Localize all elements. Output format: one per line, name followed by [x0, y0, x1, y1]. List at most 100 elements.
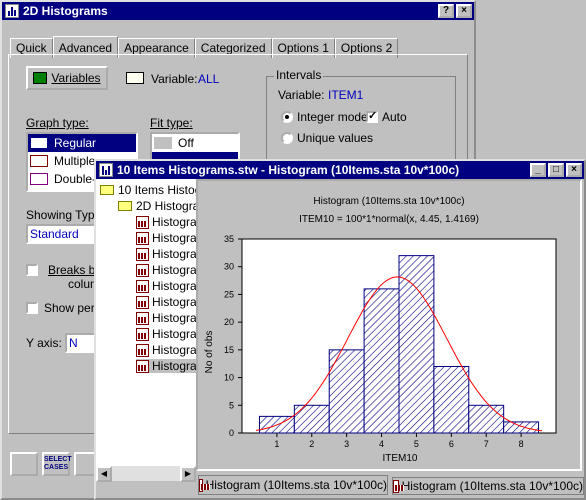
variables-icon — [33, 72, 48, 84]
help-button[interactable]: ? — [438, 4, 454, 18]
close-button[interactable]: × — [456, 4, 472, 18]
y-tick-label: 5 — [229, 400, 234, 410]
folder-icon — [118, 201, 132, 211]
document-tab-label: Histogram (10Items.sta 10v*100c) — [205, 478, 387, 492]
document-tab-2[interactable]: Histogram (10Items.sta 10v*100c) — [392, 477, 584, 495]
folder-open-icon — [100, 185, 114, 195]
histogram-icon — [136, 215, 149, 229]
tree-item[interactable]: Histogran — [136, 359, 204, 373]
workbook-title: 10 Items Histograms.stw - Histogram (10I… — [117, 163, 460, 177]
regular-graph-icon — [30, 137, 48, 149]
histogram-tab-icon — [199, 478, 209, 492]
y-axis-label: Y axis: — [26, 336, 62, 350]
graph-pane: Histogram (10Items.sta 10v*100c) ITEM10 … — [196, 179, 582, 471]
tree-item[interactable]: Histogran — [136, 279, 203, 293]
graph-toolbar-icon[interactable] — [10, 452, 38, 476]
histogram-icon — [136, 247, 149, 261]
x-tick-label: 6 — [449, 439, 454, 449]
workbook-tree: 10 Items Histog 2D Histogra Histogran His… — [96, 179, 204, 465]
y-tick-label: 20 — [224, 317, 234, 327]
tree-item[interactable]: Histogran — [136, 231, 203, 245]
histogram-icon — [136, 311, 149, 325]
scroll-right-button[interactable]: ▶ — [180, 466, 196, 482]
y-tick-label: 25 — [224, 289, 234, 299]
histogram-icon — [136, 231, 149, 245]
auto-checkbox[interactable] — [366, 109, 378, 123]
minimize-button[interactable]: _ — [530, 163, 546, 177]
scroll-left-button[interactable]: ◀ — [96, 466, 112, 482]
workbook-scrollbar[interactable]: ◀ ▶ — [96, 465, 196, 482]
tree-item[interactable]: Histogran — [136, 311, 203, 325]
tree-item[interactable]: Histogran — [136, 215, 203, 229]
x-tick-label: 8 — [519, 439, 524, 449]
histogram-bar — [433, 365, 470, 434]
histogram-bar — [503, 421, 540, 434]
chart-ylabel: No of obs — [204, 331, 215, 374]
document-tab-2-label: Histogram (10Items.sta 10v*100c) — [401, 479, 583, 493]
chart-subtitle: ITEM10 = 100*1*normal(x, 4.45, 1.4169) — [299, 214, 479, 225]
variables-button-label: Variables — [51, 71, 101, 85]
graph-type-multiple-label: Multiple — [54, 154, 96, 168]
workbook-titlebar[interactable]: 10 Items Histograms.stw - Histogram (10I… — [96, 161, 584, 179]
tree-item[interactable]: Histogran — [136, 327, 203, 341]
workbook-close-button[interactable]: × — [566, 163, 582, 177]
x-tick-label: 7 — [484, 439, 489, 449]
tree-root[interactable]: 10 Items Histog — [100, 183, 201, 197]
workbook-icon — [99, 163, 113, 177]
histogram-icon — [136, 359, 149, 373]
y-tick-label: 35 — [224, 234, 234, 244]
variables-button[interactable]: Variables — [26, 66, 108, 90]
y-tick-label: 0 — [229, 428, 234, 438]
fit-type-list[interactable]: Off — [150, 132, 240, 162]
variable-label: Variable: — [151, 72, 198, 86]
fit-off-swatch — [154, 137, 172, 149]
chart-title: Histogram (10Items.sta 10v*100c) — [313, 196, 464, 207]
fit-type-off[interactable]: Off — [152, 134, 238, 152]
x-tick-label: 2 — [309, 439, 314, 449]
histogram-app-icon — [5, 4, 19, 18]
histogram-icon — [136, 279, 149, 293]
breaks-checkbox[interactable] — [26, 264, 38, 276]
y-tick-label: 15 — [224, 345, 234, 355]
intervals-label: Intervals — [274, 68, 324, 82]
dialog-title: 2D Histograms — [23, 4, 108, 18]
graph-type-label: Graph type: — [26, 116, 89, 130]
fit-type-off-label: Off — [178, 136, 194, 150]
fit-type-label: Fit type: — [150, 116, 193, 130]
weight-icon[interactable] — [74, 452, 96, 476]
integer-mode-radio[interactable] — [281, 111, 293, 123]
double-y-graph-icon — [30, 173, 48, 185]
maximize-button[interactable]: □ — [548, 163, 564, 177]
plot-area: 0 5 10 15 20 25 30 35 1 2 3 4 5 6 7 8 — [224, 234, 557, 449]
workbook-window: 10 Items Histograms.stw - Histogram (10I… — [94, 159, 586, 500]
histogram-bar — [293, 404, 330, 434]
intervals-variable-label: Variable: — [278, 88, 325, 102]
histogram-icon — [136, 343, 149, 357]
select-cases-button[interactable]: SELECT CASES — [42, 452, 72, 476]
dialog-titlebar[interactable]: 2D Histograms ? × — [2, 2, 474, 20]
unique-values-radio[interactable] — [281, 132, 293, 144]
x-tick-label: 5 — [414, 439, 419, 449]
histogram-bar — [398, 255, 435, 434]
show-percent-checkbox[interactable] — [26, 302, 38, 314]
tree-item[interactable]: Histogran — [136, 247, 203, 261]
y-tick-label: 30 — [224, 262, 234, 272]
document-tab[interactable]: Histogram (10Items.sta 10v*100c) — [198, 475, 388, 495]
x-tick-label: 1 — [274, 439, 279, 449]
auto-label: Auto — [382, 110, 407, 124]
tree-item[interactable]: Histogran — [136, 295, 203, 309]
intervals-variable-value: ITEM1 — [328, 88, 364, 102]
histogram-chart: Histogram (10Items.sta 10v*100c) ITEM10 … — [204, 196, 557, 464]
graph-type-regular[interactable]: Regular — [28, 134, 136, 152]
multiple-graph-icon — [30, 155, 48, 167]
histogram-bar — [363, 288, 400, 434]
x-tick-label: 3 — [344, 439, 349, 449]
tree-item[interactable]: Histogran — [136, 343, 203, 357]
x-tick-label: 4 — [379, 439, 384, 449]
histogram-icon — [136, 263, 149, 277]
tree-folder-label: 2D Histogra — [136, 199, 200, 213]
showing-type-label: Showing Type — [26, 208, 102, 222]
histogram-tab-icon-2 — [393, 479, 404, 493]
tree-item[interactable]: Histogran — [136, 263, 203, 277]
tree-folder[interactable]: 2D Histogra — [118, 199, 199, 213]
